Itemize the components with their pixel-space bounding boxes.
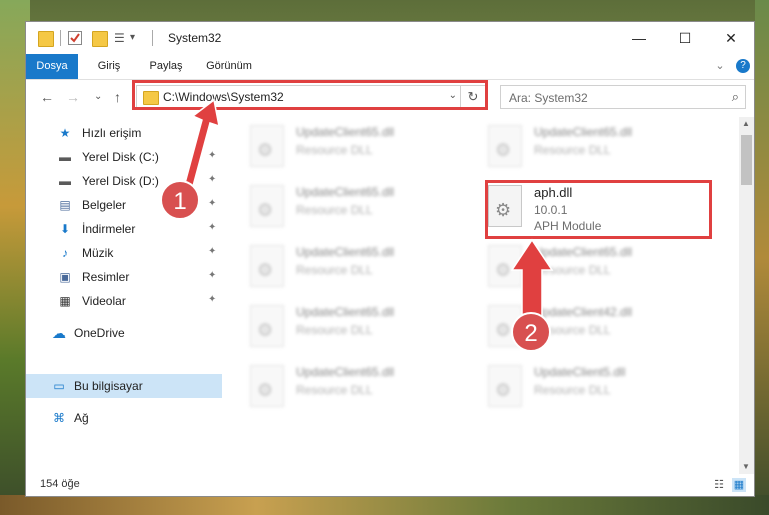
- step-1-badge: 1: [160, 180, 200, 220]
- annotation-arrows: [180, 98, 554, 331]
- step-2-badge: 2: [511, 312, 551, 352]
